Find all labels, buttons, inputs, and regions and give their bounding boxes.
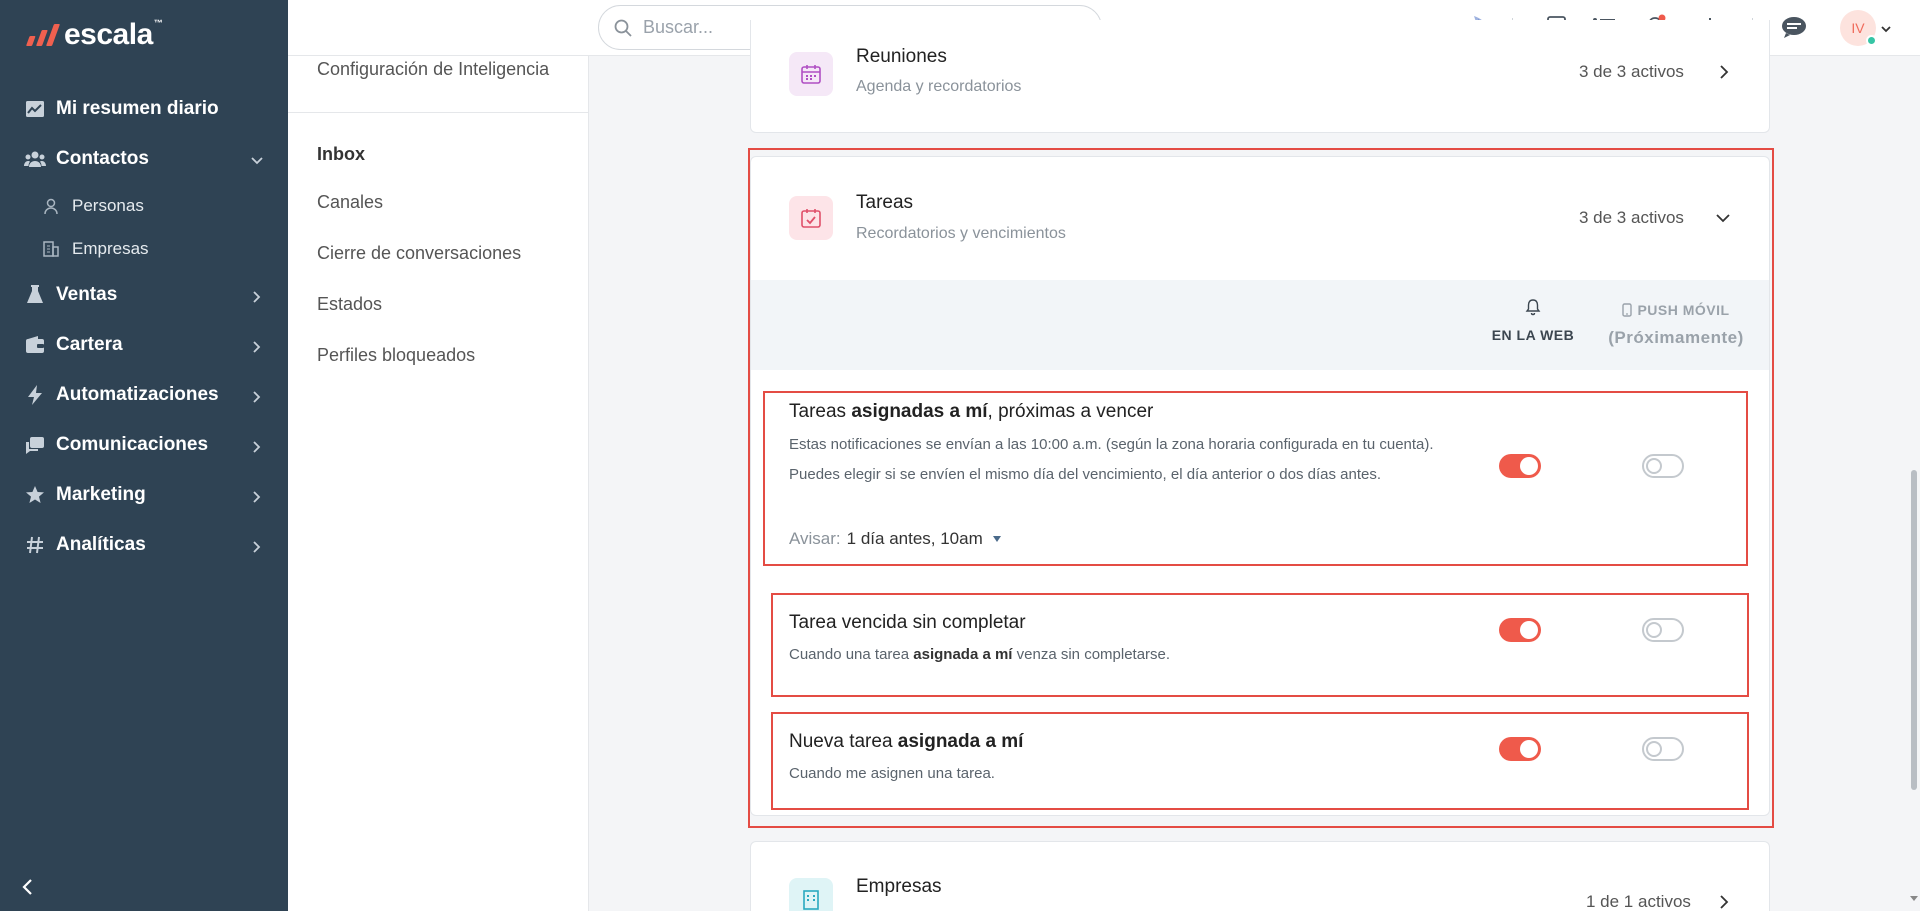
category-description: Agenda y recordatorios (856, 78, 1022, 95)
web-toggle[interactable] (1499, 618, 1541, 642)
subnav-heading-inbox: Inbox (317, 144, 365, 164)
notification-row-title: Tareas asignadas a mí, próximas a vencer (789, 401, 1153, 423)
nav-label: Comunicaciones (56, 434, 209, 455)
web-toggle[interactable] (1499, 737, 1541, 761)
subnav-item-estados[interactable]: Estados (317, 294, 382, 315)
nav-label: Mi resumen diario (56, 98, 219, 119)
sidebar: escala™ Mi resumen diario Contactos Pers… (0, 0, 288, 911)
push-toggle[interactable] (1642, 454, 1684, 478)
users-icon (24, 148, 46, 170)
chevron-right-icon (250, 488, 264, 503)
chevron-right-icon[interactable] (1716, 64, 1732, 80)
chevron-right-icon (250, 538, 264, 553)
nav-label: Marketing (56, 484, 146, 505)
notification-row-title: Tarea vencida sin completar (789, 612, 1026, 633)
brand-name: escala (64, 18, 153, 51)
nav-label: Contactos (56, 148, 149, 169)
chevron-right-icon (250, 338, 264, 353)
nav-item-analiticas[interactable]: Analíticas (0, 520, 288, 570)
support-chat-icon[interactable] (1780, 13, 1808, 41)
subnav-item-perfiles-bloqueados[interactable]: Perfiles bloqueados (317, 345, 475, 366)
nav-item-comunicaciones[interactable]: Comunicaciones (0, 420, 288, 470)
notification-row-description: Cuando me asignen una tarea. (789, 765, 995, 782)
nav-item-contactos[interactable]: Contactos (0, 134, 288, 184)
settings-subnav: Configuración de Inteligencia Inbox Cana… (288, 56, 589, 911)
subnav-item-configuracion-inteligencia[interactable]: Configuración de Inteligencia (317, 59, 549, 80)
chevron-right-icon (250, 288, 264, 303)
building-icon (789, 878, 833, 911)
chat-icon (24, 434, 46, 456)
nav-sub-empresas[interactable]: Empresas (0, 227, 288, 270)
category-card-empresas[interactable]: Empresas 1 de 1 activos (750, 841, 1770, 911)
avisar-value[interactable]: 1 día antes, 10am (847, 529, 983, 549)
star-icon (24, 484, 46, 506)
chevron-down-icon[interactable] (1880, 22, 1892, 34)
notification-row-description: Estas notificaciones se envían a las 10:… (789, 436, 1434, 483)
row-title-text: Tareas (789, 401, 852, 422)
row-desc-text: Cuando una tarea (789, 646, 914, 663)
notify-when-selector[interactable]: Avisar: 1 día antes, 10am (789, 529, 1001, 549)
push-toggle[interactable] (1642, 737, 1684, 761)
chevron-right-icon (250, 388, 264, 403)
nav-sub-personas[interactable]: Personas (0, 184, 288, 227)
chart-line-icon (24, 98, 46, 120)
main-nav: Mi resumen diario Contactos Personas Emp… (0, 84, 288, 570)
push-toggle[interactable] (1642, 618, 1684, 642)
notification-row-title: Nueva tarea asignada a mí (789, 731, 1023, 753)
category-card-reuniones[interactable]: Reuniones Agenda y recordatorios 3 de 3 … (750, 20, 1770, 133)
hash-icon (24, 534, 46, 556)
row-desc-text: venza sin completarse. (1012, 646, 1171, 663)
category-title: Reuniones (856, 46, 947, 67)
nav-label: Cartera (56, 334, 123, 355)
chevron-right-icon[interactable] (1716, 894, 1732, 910)
nav-sub-label: Personas (72, 195, 144, 215)
avatar-initials: IV (1851, 20, 1865, 36)
calendar-icon (789, 52, 833, 96)
category-active-count: 3 de 3 activos (1579, 62, 1684, 81)
wallet-icon (24, 334, 46, 356)
nav-label: Analíticas (56, 534, 146, 555)
building-icon (42, 240, 60, 258)
row-title-bold: asignada a mí (897, 731, 1024, 752)
nav-label: Automatizaciones (56, 384, 219, 405)
logo-mark-icon (25, 24, 61, 46)
nav-item-mi-resumen-diario[interactable]: Mi resumen diario (0, 84, 288, 134)
user-icon (42, 197, 60, 215)
chevron-right-icon (250, 438, 264, 453)
nav-item-ventas[interactable]: Ventas (0, 270, 288, 320)
scroll-down-arrow-icon[interactable] (1910, 896, 1918, 901)
search-icon (614, 19, 632, 37)
online-status-dot (1866, 35, 1877, 46)
subnav-item-cierre-conversaciones[interactable]: Cierre de conversaciones (317, 243, 521, 264)
row-title-text: Nueva tarea (789, 731, 898, 752)
nav-label: Ventas (56, 284, 118, 305)
web-toggle[interactable] (1499, 454, 1541, 478)
nav-item-cartera[interactable]: Cartera (0, 320, 288, 370)
nav-item-marketing[interactable]: Marketing (0, 470, 288, 520)
row-title-bold: asignadas a mí (851, 401, 988, 422)
avatar[interactable]: IV (1840, 10, 1877, 46)
nav-sub-label: Empresas (72, 238, 149, 258)
collapse-sidebar-icon[interactable] (18, 877, 38, 897)
nav-item-automatizaciones[interactable]: Automatizaciones (0, 370, 288, 420)
flask-icon (24, 284, 46, 306)
subnav-item-canales[interactable]: Canales (317, 192, 383, 213)
category-active-count: 1 de 1 activos (1586, 892, 1691, 911)
logo[interactable]: escala™ (25, 18, 163, 52)
scrollbar-thumb[interactable] (1911, 470, 1917, 790)
caret-down-icon[interactable] (992, 536, 1001, 542)
notification-row-description: Cuando una tarea asignada a mí venza sin… (789, 640, 1170, 670)
bolt-icon (24, 384, 46, 406)
brand-trademark: ™ (153, 18, 163, 28)
avisar-label: Avisar: (789, 529, 841, 548)
chevron-down-icon (250, 152, 264, 166)
category-title: Empresas (856, 876, 942, 897)
row-title-text: , próximas a vencer (987, 401, 1154, 422)
row-desc-bold: asignada a mí (913, 646, 1013, 663)
subnav-divider (288, 112, 589, 113)
